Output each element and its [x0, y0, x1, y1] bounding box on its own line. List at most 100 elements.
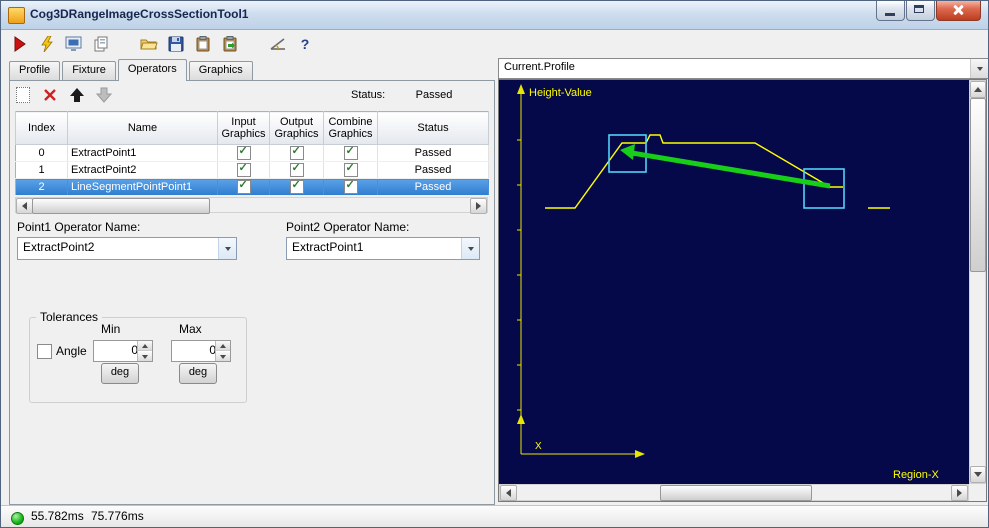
combine-graphics-checkbox[interactable]: ✓: [343, 179, 358, 194]
spinner-buttons: [215, 341, 230, 361]
minimize-button[interactable]: [876, 1, 905, 21]
arrow-left-icon: [506, 489, 511, 497]
move-up-button[interactable]: [67, 85, 87, 105]
point2-operator-label: Point2 Operator Name:: [286, 220, 410, 234]
save-button[interactable]: [165, 33, 187, 55]
y-axis-arrowhead: [517, 84, 525, 94]
clipboard-arrow-icon: [223, 36, 237, 52]
col-header-name: Name: [67, 111, 218, 145]
angle-max-spinner[interactable]: [171, 340, 231, 362]
origin-up-arrowhead: [517, 414, 525, 424]
min-unit-button[interactable]: deg: [101, 363, 139, 384]
minimize-icon: [885, 13, 895, 16]
combine-graphics-checkbox[interactable]: ✓: [343, 145, 358, 160]
profile-plot-svg: Height-Value X Region-X: [517, 84, 940, 481]
output-graphics-checkbox[interactable]: ✓: [289, 162, 304, 177]
paste-button[interactable]: [192, 33, 214, 55]
clipboard-icon: [196, 36, 210, 52]
chevron-down-icon[interactable]: [461, 238, 479, 259]
spin-down-button[interactable]: [138, 352, 152, 361]
status-bar: 55.782ms 75.776ms: [1, 505, 988, 527]
scroll-down-button[interactable]: [970, 466, 986, 483]
scroll-right-button[interactable]: [470, 198, 487, 214]
point2-operator-combo[interactable]: ExtractPoint1: [286, 237, 480, 260]
main-toolbar: ?: [1, 30, 988, 58]
total-time: 75.776ms: [91, 509, 144, 523]
plot-vertical-scrollbar[interactable]: [969, 80, 986, 484]
x-axis-label: Region-X: [893, 469, 940, 481]
y-axis-label: Height-Value: [529, 87, 592, 99]
angle-checkbox[interactable]: [37, 344, 52, 359]
profile-plot[interactable]: Height-Value X Region-X: [499, 80, 969, 484]
spin-down-button[interactable]: [216, 352, 230, 361]
status-value: Passed: [415, 89, 453, 101]
close-button[interactable]: [936, 1, 981, 21]
input-graphics-checkbox[interactable]: ✓: [236, 145, 251, 160]
table-horizontal-scrollbar[interactable]: [15, 197, 488, 214]
open-button[interactable]: [138, 33, 160, 55]
maximize-icon: [914, 5, 924, 13]
input-graphics-checkbox[interactable]: ✓: [236, 162, 251, 177]
point1-operator-combo[interactable]: ExtractPoint2: [17, 237, 237, 260]
check-icon: ✓: [238, 145, 248, 157]
angle-min-spinner[interactable]: [93, 340, 153, 362]
col-header-combine-graphics: Combine Graphics: [323, 111, 378, 145]
angle-label: Angle: [56, 344, 87, 358]
chevron-down-icon[interactable]: [970, 59, 988, 78]
scrollbar-thumb[interactable]: [32, 198, 210, 214]
col-header-index: Index: [15, 111, 68, 145]
delete-operator-button[interactable]: [40, 85, 60, 105]
scroll-up-button[interactable]: [970, 81, 986, 98]
table-row[interactable]: 1 ExtractPoint2 ✓ ✓ ✓ Passed: [15, 161, 489, 179]
tab-fixture[interactable]: Fixture: [62, 61, 116, 80]
execution-time: 55.782ms: [31, 509, 84, 523]
operators-table: Index Name Input Graphics Output Graphic…: [15, 111, 489, 196]
check-icon: ✓: [291, 145, 301, 157]
tab-operators[interactable]: Operators: [117, 59, 187, 81]
scroll-left-button[interactable]: [16, 198, 33, 214]
scroll-right-button[interactable]: [951, 485, 968, 501]
tab-graphics[interactable]: Graphics: [188, 61, 253, 80]
title-bar[interactable]: Cog3DRangeImageCrossSectionTool1: [1, 1, 988, 30]
add-operator-button[interactable]: [13, 85, 33, 105]
run-button[interactable]: [9, 33, 31, 55]
status-label: Status:: [351, 89, 386, 101]
display-source-value: Current.Profile: [504, 61, 575, 73]
chevron-down-icon[interactable]: [218, 238, 236, 259]
scrollbar-thumb[interactable]: [970, 98, 986, 272]
tab-profile[interactable]: Profile: [9, 61, 61, 80]
show-display-button[interactable]: [63, 33, 85, 55]
spin-up-button[interactable]: [138, 341, 152, 351]
spin-up-icon: [220, 343, 226, 348]
angle-min-field[interactable]: [94, 341, 140, 359]
output-graphics-checkbox[interactable]: ✓: [289, 145, 304, 160]
help-icon: ?: [300, 36, 310, 52]
input-graphics-checkbox[interactable]: ✓: [236, 179, 251, 194]
max-unit-button[interactable]: deg: [179, 363, 217, 384]
plot-horizontal-scrollbar[interactable]: [499, 484, 969, 501]
display-source-combo[interactable]: Current.Profile: [498, 58, 988, 79]
tolerances-title: Tolerances: [36, 310, 103, 324]
col-header-input-graphics: Input Graphics: [217, 111, 270, 145]
point1-operator-label: Point1 Operator Name:: [17, 220, 141, 234]
table-row-selected[interactable]: 2 LineSegmentPointPoint1 ✓ ✓ ✓ Passed: [15, 178, 489, 196]
combine-graphics-checkbox[interactable]: ✓: [343, 162, 358, 177]
output-graphics-checkbox[interactable]: ✓: [289, 179, 304, 194]
scrollbar-thumb[interactable]: [660, 485, 812, 501]
arrow-down-icon: [96, 87, 112, 103]
help-button[interactable]: ?: [294, 33, 316, 55]
operators-toolbar: [13, 85, 114, 105]
table-row[interactable]: 0 ExtractPoint1 ✓ ✓ ✓ Passed: [15, 144, 489, 162]
maximize-button[interactable]: [906, 1, 935, 21]
col-header-status: Status: [377, 111, 489, 145]
move-down-button[interactable]: [94, 85, 114, 105]
new-tool-button[interactable]: [90, 33, 112, 55]
window-buttons: [876, 1, 981, 21]
window-title: Cog3DRangeImageCrossSectionTool1: [30, 7, 249, 21]
measure-button[interactable]: [267, 33, 289, 55]
run-live-button[interactable]: [36, 33, 58, 55]
angle-max-field[interactable]: [172, 341, 218, 359]
scroll-left-button[interactable]: [500, 485, 517, 501]
spin-up-button[interactable]: [216, 341, 230, 351]
paste-import-button[interactable]: [219, 33, 241, 55]
